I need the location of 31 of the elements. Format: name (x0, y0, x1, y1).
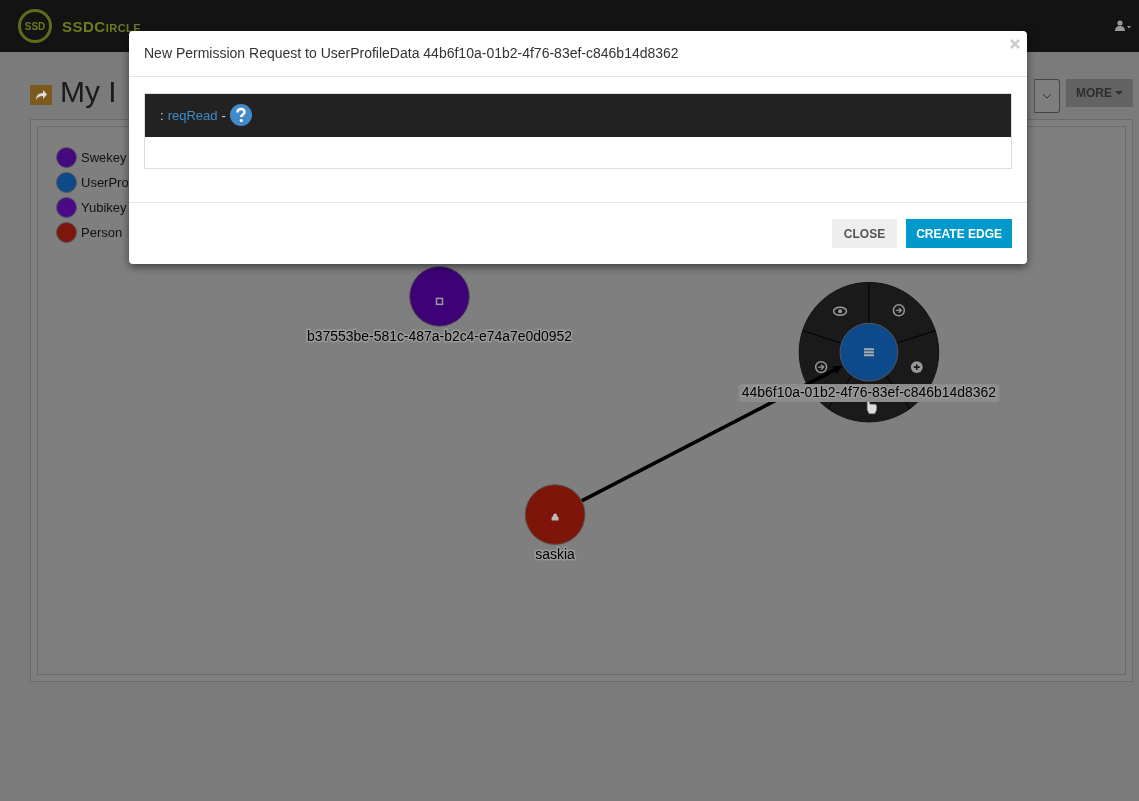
logo-icon: SSD (18, 9, 52, 43)
colon-text: : (160, 107, 164, 123)
square-icon (435, 297, 444, 306)
arrow-right-icon[interactable] (892, 304, 906, 317)
dialog-title: New Permission Request to UserProfileData 44b6f10a-01b2-4f76-83ef-c846b14d8362 (144, 45, 679, 62)
node-label: b37553be-581c-487a-b2c4-e74a7e0d0952 (307, 328, 573, 345)
arrow-right-icon[interactable] (814, 360, 828, 374)
node-label: 44b6f10a-01b2-4f76-83ef-c846b14d8362 (738, 384, 1000, 402)
person-icon (551, 513, 559, 521)
permission-link[interactable]: reqRead (167, 107, 218, 123)
close-button[interactable]: CLOSE (831, 219, 898, 248)
chevron-icon (1042, 93, 1052, 99)
legend-label: UserPro (81, 174, 129, 190)
share-icon (30, 85, 52, 105)
graph-node[interactable] (409, 266, 470, 327)
graph-node[interactable] (839, 322, 899, 382)
brand-name[interactable]: SSDCircle (62, 17, 142, 35)
create-edge-button[interactable]: CREATE EDGE (906, 219, 1012, 248)
dash-text: - (221, 107, 226, 123)
page-title: My I (60, 75, 117, 109)
list-icon (862, 348, 875, 357)
legend-label: Swekey (81, 149, 127, 165)
eye-icon[interactable] (832, 306, 848, 317)
help-icon[interactable] (229, 104, 252, 127)
user-icon[interactable] (1115, 20, 1131, 32)
plus-icon[interactable] (910, 361, 923, 374)
dropdown-field[interactable] (1034, 79, 1060, 113)
legend-label: Person (81, 224, 123, 240)
graph-node[interactable] (524, 484, 586, 545)
node-label: saskia (535, 546, 575, 563)
legend-label: Yubikey (81, 199, 127, 215)
